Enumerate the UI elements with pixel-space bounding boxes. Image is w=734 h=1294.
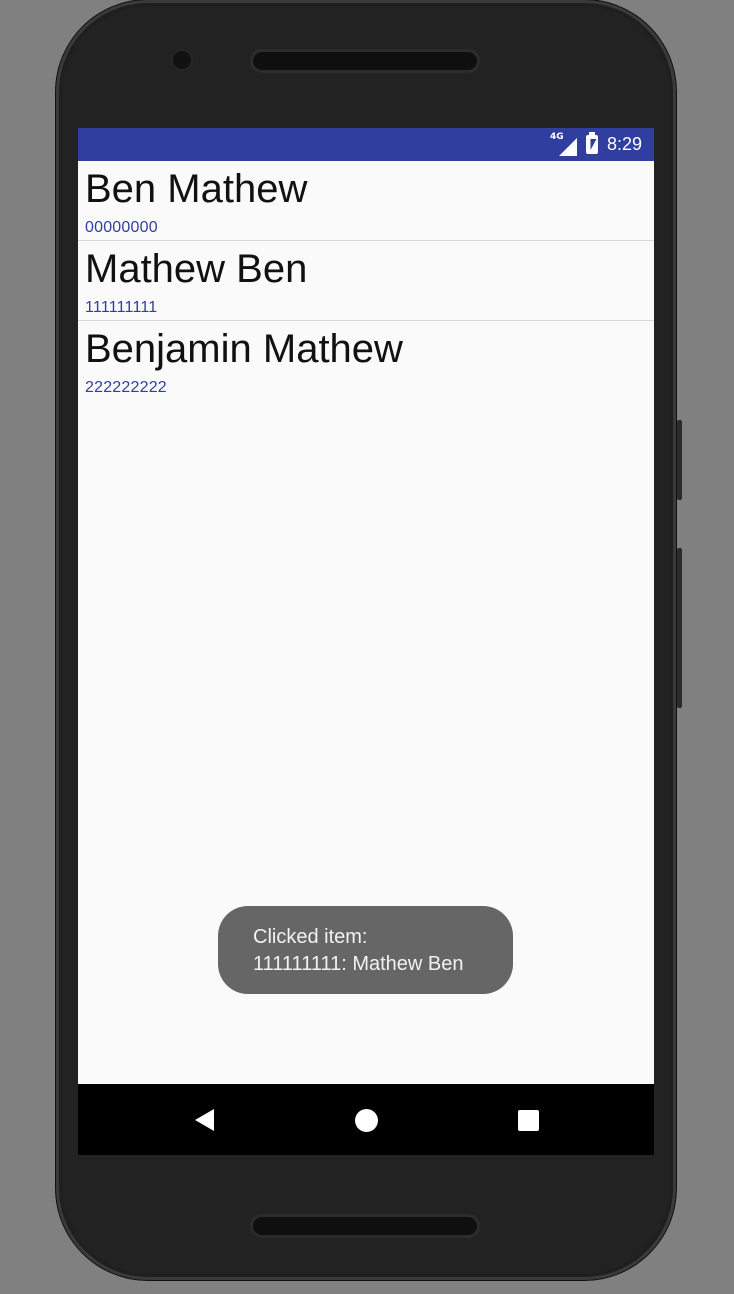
contact-number: 00000000 — [85, 219, 158, 236]
navigation-bar — [78, 1084, 654, 1155]
power-button — [677, 548, 682, 708]
toast-line-2: 111111111: Mathew Ben — [253, 953, 464, 975]
list-item[interactable]: Benjamin Mathew 222222222 — [78, 321, 654, 400]
status-bar: 4G 8:29 — [78, 128, 654, 161]
signal-4g-icon: 4G — [550, 132, 577, 156]
toast-message: Clicked item: 111111111: Mathew Ben — [218, 906, 513, 994]
home-icon — [354, 1108, 378, 1132]
contact-number: 111111111 — [85, 299, 158, 316]
bottom-speaker — [253, 1217, 477, 1235]
back-icon — [194, 1109, 214, 1131]
status-icons: 4G 8:29 — [550, 128, 642, 161]
status-time: 8:29 — [606, 134, 642, 154]
list-item[interactable]: Ben Mathew 00000000 — [78, 161, 654, 241]
device-screen: 4G 8:29 Ben Mathew 00000000 Mathew Ben 1… — [78, 128, 654, 1155]
earpiece-speaker — [253, 52, 477, 70]
battery-charging-icon — [585, 132, 598, 154]
back-button[interactable] — [189, 1105, 219, 1135]
recents-icon — [517, 1109, 539, 1131]
contact-name: Benjamin Mathew — [85, 327, 403, 371]
contact-name: Ben Mathew — [85, 167, 308, 211]
contact-list[interactable]: Ben Mathew 00000000 Mathew Ben 111111111… — [78, 161, 654, 400]
front-camera — [173, 51, 191, 69]
toast-line-1: Clicked item: — [253, 926, 368, 948]
volume-button — [677, 420, 682, 500]
home-button[interactable] — [351, 1105, 381, 1135]
list-item[interactable]: Mathew Ben 111111111 — [78, 241, 654, 321]
contact-number: 222222222 — [85, 379, 167, 396]
contact-name: Mathew Ben — [85, 247, 308, 291]
toast-text: Clicked item: 111111111: Mathew Ben — [253, 924, 464, 978]
recents-button[interactable] — [513, 1105, 543, 1135]
